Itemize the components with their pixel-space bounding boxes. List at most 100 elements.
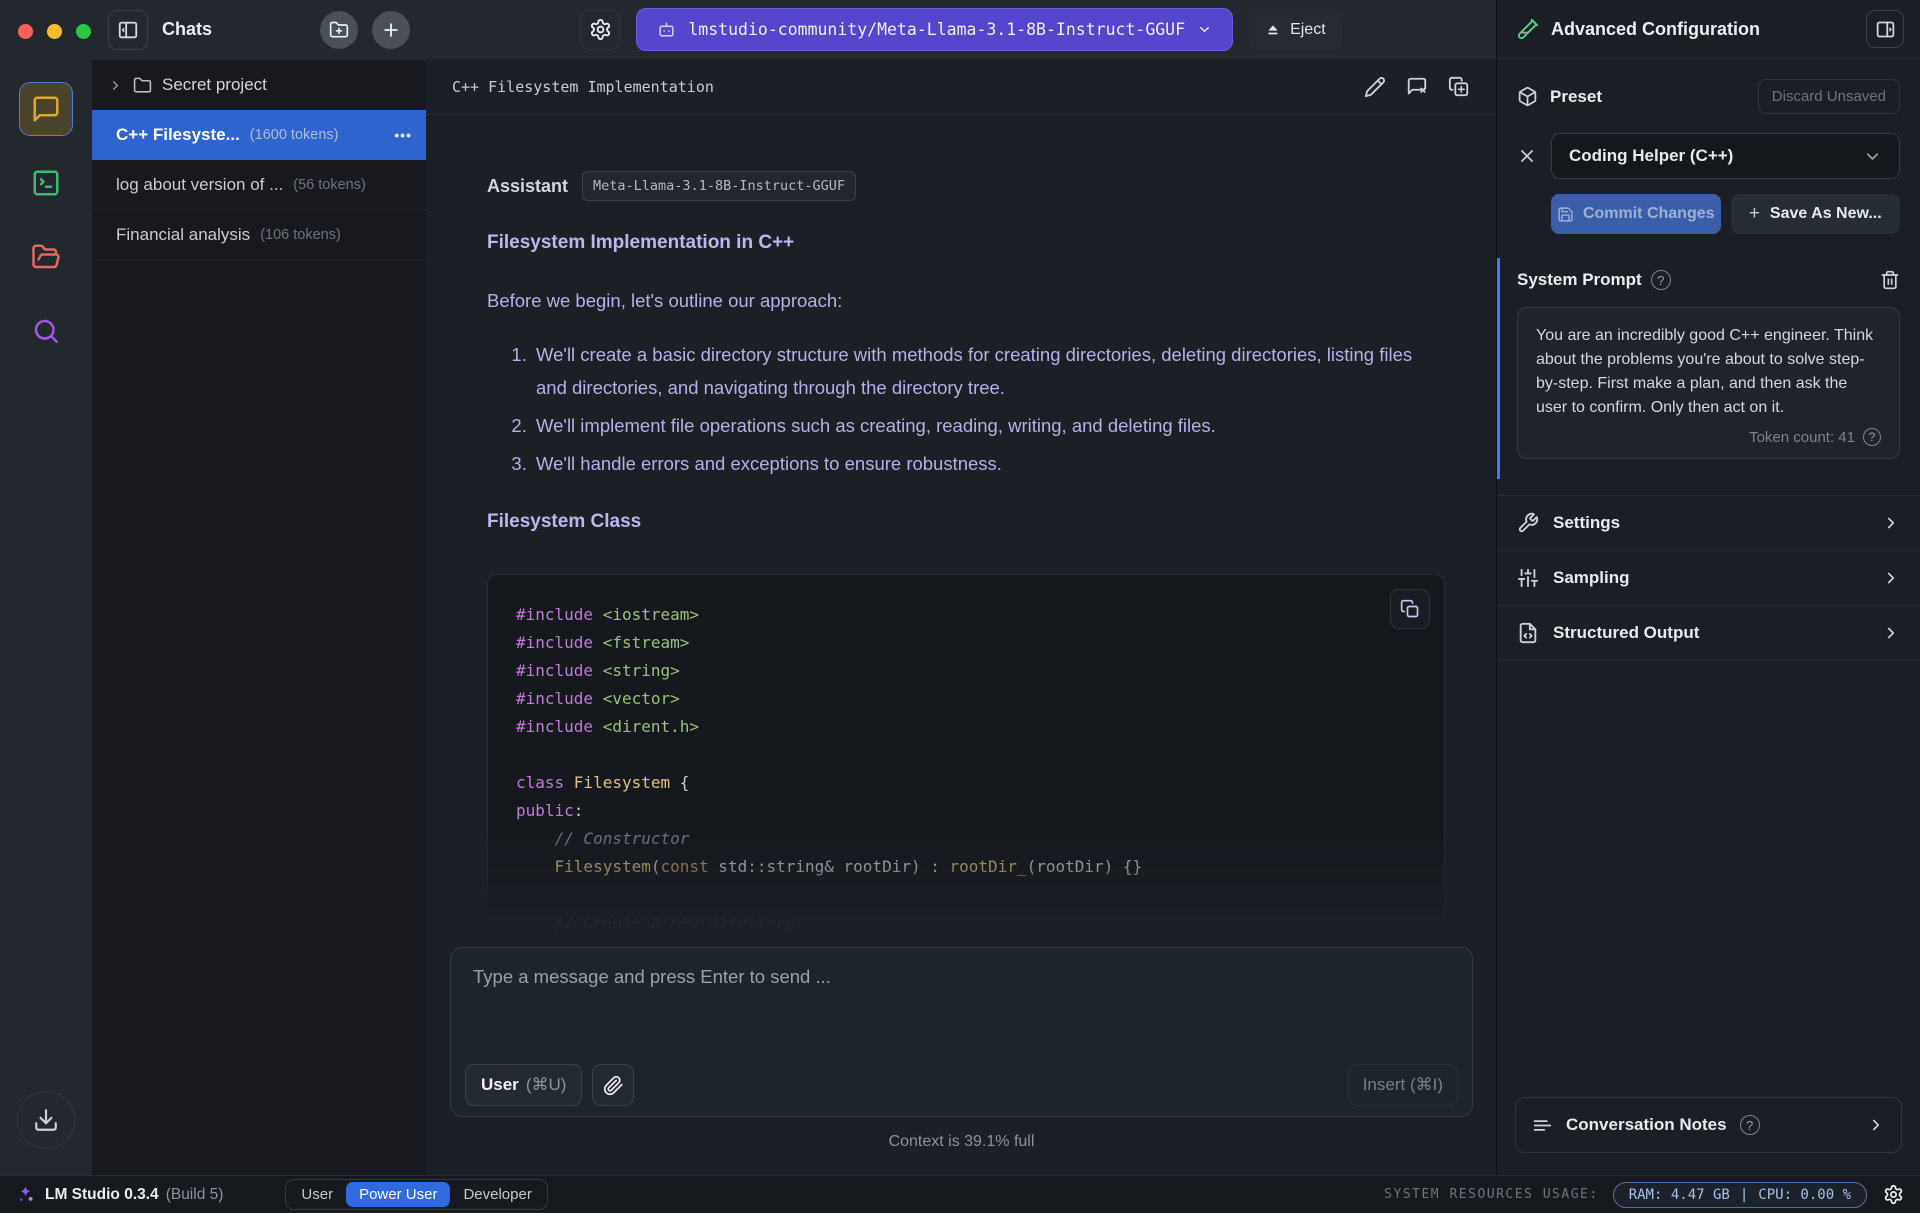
help-icon[interactable]: ?: [1863, 428, 1881, 446]
copy-code-button[interactable]: [1390, 589, 1430, 629]
clear-preset-button[interactable]: [1517, 146, 1537, 166]
delete-system-prompt-button[interactable]: [1880, 270, 1900, 290]
save-as-new-button[interactable]: + Save As New...: [1730, 194, 1900, 234]
new-folder-button[interactable]: [320, 10, 358, 49]
conversation-header: C++ Filesystem Implementation: [426, 59, 1496, 115]
cpu-usage: CPU: 0.00 %: [1758, 1186, 1851, 1203]
preset-dropdown[interactable]: Coding Helper (C++): [1551, 133, 1900, 179]
message-scroll-area[interactable]: Assistant Meta-Llama-3.1-8B-Instruct-GGU…: [426, 115, 1496, 947]
edit-title-icon[interactable]: [1364, 76, 1386, 98]
conversation-notes-button[interactable]: Conversation Notes ?: [1515, 1097, 1902, 1153]
message-numbered-list: We'll create a basic directory structure…: [532, 338, 1445, 480]
new-chat-button[interactable]: [372, 10, 410, 49]
chevron-right-icon: [1882, 569, 1900, 587]
context-usage-status: Context is 39.1% full: [888, 1133, 1035, 1150]
pill-divider: |: [1739, 1186, 1749, 1203]
downloads-button[interactable]: [17, 1091, 75, 1149]
section-label: Settings: [1553, 513, 1621, 532]
chat-list-item[interactable]: Financial analysis (106 tokens): [92, 210, 426, 260]
role-label: User: [481, 1075, 519, 1094]
code-line: #include <vector>: [516, 689, 680, 708]
gear-icon: [589, 18, 612, 41]
loaded-model-name: lmstudio-community/Meta-Llama-3.1-8B-Ins…: [688, 20, 1186, 39]
chat-folder-secret-project[interactable]: Secret project: [92, 60, 426, 110]
minimize-window-button[interactable]: [47, 24, 62, 39]
loaded-model-selector[interactable]: lmstudio-community/Meta-Llama-3.1-8B-Ins…: [636, 8, 1234, 51]
lm-studio-logo-icon: [16, 1185, 35, 1204]
chat-list-item[interactable]: C++ Filesyste... (1600 tokens) •••: [92, 110, 426, 160]
panel-left-icon: [117, 19, 139, 41]
nav-chat-button[interactable]: [19, 82, 73, 136]
settings-gear-icon[interactable]: [1883, 1184, 1904, 1205]
chat-item-token-count: (56 tokens): [293, 176, 366, 193]
close-window-button[interactable]: [18, 24, 33, 39]
folder-plus-icon: [329, 20, 349, 40]
plus-icon: [381, 20, 401, 40]
code-line: // Create a new directory: [554, 913, 796, 932]
wrench-icon: [1517, 512, 1539, 534]
section-structured-output[interactable]: Structured Output: [1497, 606, 1920, 661]
nav-my-models-button[interactable]: [20, 231, 72, 283]
folder-icon: [133, 76, 152, 95]
message-list-item: We'll create a basic directory structure…: [532, 338, 1445, 404]
mode-power-user[interactable]: Power User: [346, 1182, 451, 1207]
resource-usage-pill[interactable]: RAM: 4.47 GB | CPU: 0.00 %: [1612, 1181, 1867, 1208]
conversation-title: C++ Filesystem Implementation: [452, 77, 714, 96]
top-bar: lmstudio-community/Meta-Llama-3.1-8B-Ins…: [426, 0, 1496, 59]
copy-icon: [1400, 599, 1420, 619]
test-tube-icon: [1517, 18, 1539, 40]
folder-name: Secret project: [162, 75, 267, 94]
duplicate-conversation-icon[interactable]: [1448, 76, 1470, 98]
lm-studio-window: Chats Secret project C++ Filesyste... (16…: [0, 0, 1920, 1213]
chat-item-token-count: (106 tokens): [260, 226, 341, 243]
mode-developer[interactable]: Developer: [450, 1182, 544, 1207]
status-bar: LM Studio 0.3.4 (Build 5) User Power User…: [0, 1175, 1920, 1213]
message-intro: Before we begin, let's outline our appro…: [487, 290, 843, 311]
chat-list-item[interactable]: log about version of ... (56 tokens): [92, 160, 426, 210]
assistant-message: Filesystem Implementation in C++ Before …: [487, 232, 1445, 947]
help-icon[interactable]: ?: [1739, 1115, 1760, 1135]
help-icon[interactable]: ?: [1650, 270, 1671, 290]
system-prompt-editor[interactable]: You are an incredibly good C++ engineer.…: [1517, 307, 1900, 459]
attach-file-button[interactable]: [592, 1064, 635, 1106]
section-settings[interactable]: Settings: [1497, 496, 1920, 551]
discard-unsaved-button[interactable]: Discard Unsaved: [1757, 79, 1900, 114]
collapse-panel-button[interactable]: [1866, 10, 1904, 48]
message-input-box: User (⌘U) Insert (⌘I): [450, 947, 1473, 1117]
role-selector-button[interactable]: User (⌘U): [465, 1064, 583, 1106]
assistant-role-label: Assistant: [487, 175, 569, 196]
panel-right-icon: [1875, 19, 1896, 40]
mode-user[interactable]: User: [288, 1182, 346, 1207]
code-line: #include <string>: [516, 661, 680, 680]
code-line: Filesystem(const std::string& rootDir) :…: [554, 857, 1143, 876]
code-line: #include <fstream>: [516, 633, 690, 652]
insert-message-button[interactable]: Insert (⌘I): [1347, 1064, 1458, 1106]
chat-item-title: log about version of ...: [116, 174, 284, 194]
message-input[interactable]: [459, 954, 1464, 1064]
sliders-icon: [1517, 567, 1539, 589]
plus-icon: +: [1748, 203, 1760, 224]
chat-item-menu-button[interactable]: •••: [394, 127, 412, 143]
config-sections: Settings Sampling Structured Output: [1497, 495, 1920, 661]
save-icon: [1557, 206, 1574, 223]
nav-discover-button[interactable]: [20, 305, 72, 357]
chat-list: Secret project C++ Filesyste... (1600 tok…: [92, 59, 426, 260]
role-shortcut: (⌘U): [525, 1075, 567, 1094]
chat-item-token-count: (1600 tokens): [249, 127, 339, 143]
eject-model-button[interactable]: Eject: [1249, 9, 1342, 50]
nav-developer-button[interactable]: [20, 157, 72, 209]
section-sampling[interactable]: Sampling: [1497, 551, 1920, 606]
section-label: Structured Output: [1553, 623, 1700, 642]
sidebar-toggle-button[interactable]: [108, 9, 148, 50]
composer: User (⌘U) Insert (⌘I) Context is 39.1% f…: [426, 947, 1496, 1175]
clear-conversation-icon[interactable]: [1406, 76, 1428, 98]
model-settings-button[interactable]: [580, 9, 621, 50]
chat-item-title: C++ Filesyste...: [116, 125, 240, 144]
user-mode-switcher: User Power User Developer: [285, 1179, 548, 1210]
eject-label: Eject: [1290, 20, 1326, 38]
package-icon: [1517, 86, 1538, 107]
commit-changes-button[interactable]: Commit Changes: [1551, 194, 1721, 234]
robot-icon: [657, 20, 676, 39]
code-block: #include <iostream> #include <fstream> #in…: [487, 574, 1445, 947]
zoom-window-button[interactable]: [76, 24, 91, 39]
